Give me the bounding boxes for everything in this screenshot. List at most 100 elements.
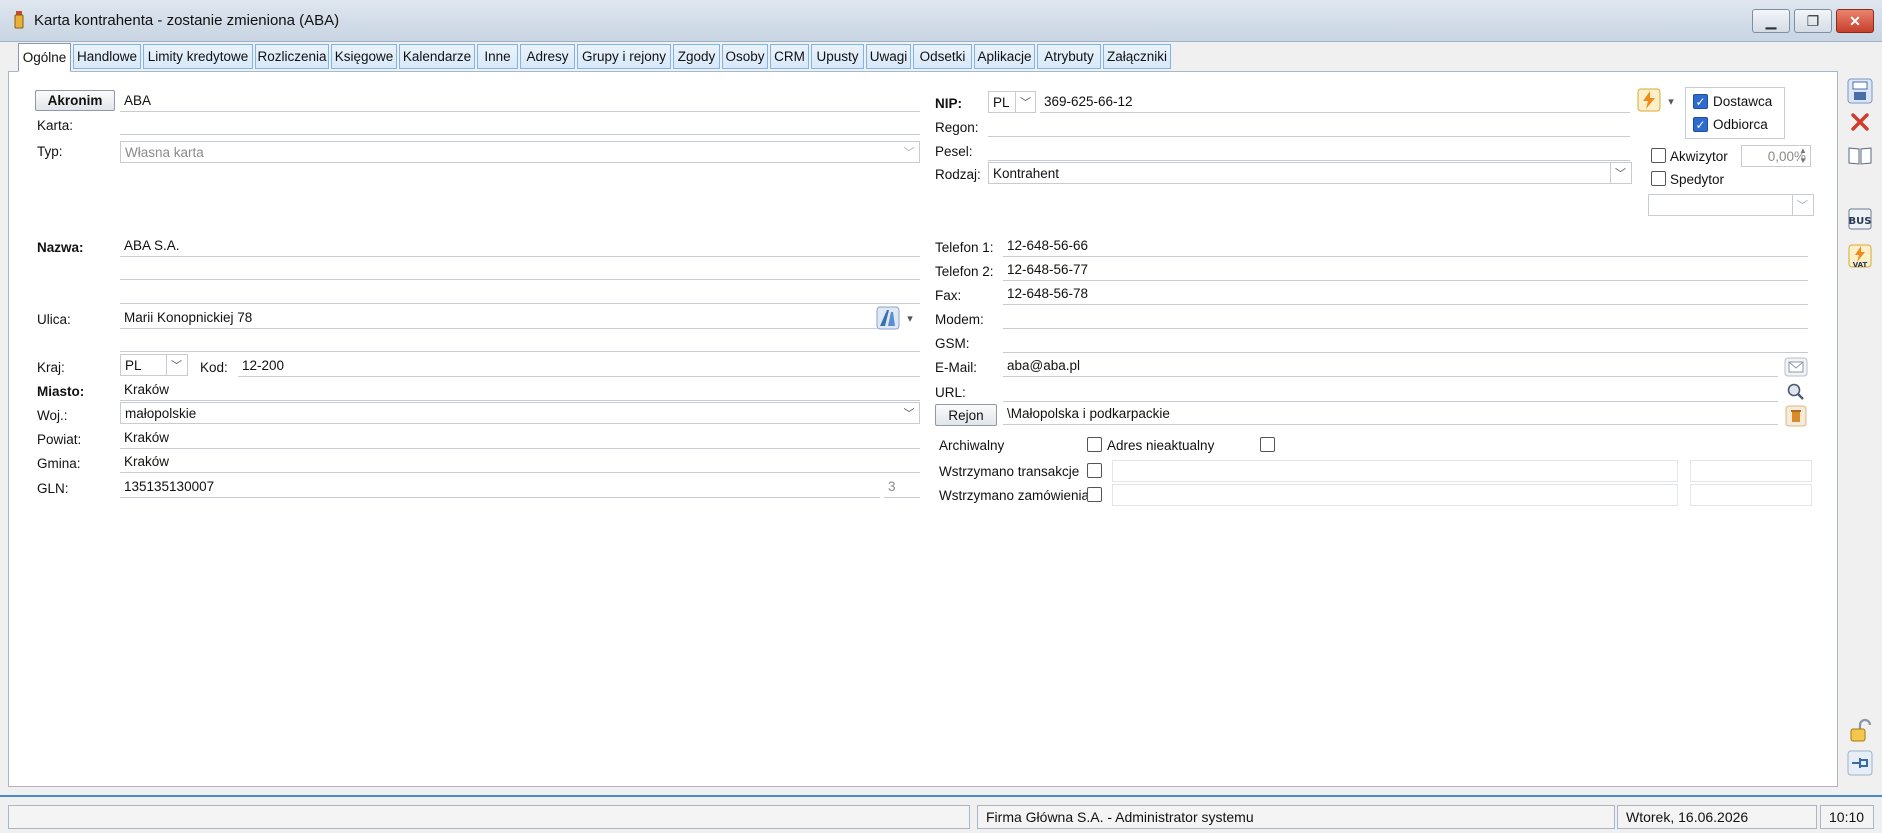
gmina-input[interactable]: Kraków: [120, 451, 920, 473]
rodzaj-select[interactable]: Kontrahent: [988, 162, 1632, 184]
tab-15[interactable]: Aplikacje: [974, 44, 1035, 69]
modem-input[interactable]: [1003, 307, 1808, 329]
map-icon[interactable]: [876, 306, 900, 330]
tab-11[interactable]: CRM: [770, 44, 809, 69]
akwizytor-checkbox[interactable]: [1651, 148, 1666, 163]
rodzaj-chevron-down-icon[interactable]: ﹀: [1610, 163, 1630, 183]
tab-8[interactable]: Grupy i rejony: [577, 44, 671, 69]
close-window-button[interactable]: ✕: [1836, 9, 1874, 33]
dostawca-checkbox[interactable]: ✓: [1693, 94, 1708, 109]
bus-icon[interactable]: BUS: [1846, 205, 1874, 233]
tab-13[interactable]: Uwagi: [866, 44, 911, 69]
woj-select[interactable]: małopolskie: [120, 402, 920, 424]
email-input[interactable]: aba@aba.pl: [1003, 355, 1778, 377]
adres-nieaktualny-checkbox[interactable]: [1260, 437, 1275, 452]
nazwa-input-3[interactable]: [120, 282, 920, 304]
rejon-button[interactable]: Rejon: [935, 404, 997, 426]
wstrzymano-transakcje-checkbox[interactable]: [1087, 463, 1102, 478]
gln-input[interactable]: 135135130007: [120, 476, 880, 498]
odbiorca-checkbox[interactable]: ✓: [1693, 117, 1708, 132]
spedytor-chevron-down-icon[interactable]: ﹀: [1792, 195, 1812, 215]
ulica-input[interactable]: Marii Konopnickiej 78: [120, 307, 877, 329]
powiat-input[interactable]: Kraków: [120, 427, 920, 449]
kraj-chevron-down-icon[interactable]: ﹀: [166, 355, 186, 375]
tab-3[interactable]: Rozliczenia: [255, 44, 329, 69]
tel2-input[interactable]: 12-648-56-77: [1003, 259, 1808, 281]
adres-nieaktualny-label: Adres nieaktualny: [1107, 438, 1215, 453]
tab-0[interactable]: Ogólne: [18, 43, 71, 72]
transakcje-date-input[interactable]: [1690, 460, 1812, 482]
spedytor-select[interactable]: [1648, 194, 1814, 216]
url-label: URL:: [935, 385, 966, 400]
minimize-icon: ▁: [1765, 12, 1777, 29]
book-icon[interactable]: [1846, 141, 1874, 169]
url-input[interactable]: [1003, 380, 1778, 402]
nazwa-input-1[interactable]: ABA S.A.: [120, 235, 920, 257]
dostawca-label: Dostawca: [1713, 94, 1773, 109]
ulica-input-2[interactable]: [120, 330, 920, 352]
archiwalny-checkbox[interactable]: [1087, 437, 1102, 452]
save-icon[interactable]: [1846, 77, 1874, 105]
tab-16[interactable]: Atrybuty: [1037, 44, 1101, 69]
status-cell-empty: [8, 805, 970, 829]
app-icon: [14, 11, 24, 29]
zamowienia-reason-input[interactable]: [1112, 484, 1678, 506]
tel1-input[interactable]: 12-648-56-66: [1003, 235, 1808, 257]
powiat-label: Powiat:: [37, 432, 82, 447]
verify-nip-icon[interactable]: [1637, 88, 1661, 112]
tab-9[interactable]: Zgody: [673, 44, 720, 69]
pin-icon[interactable]: [1846, 749, 1874, 777]
akronim-input[interactable]: ABA: [120, 90, 920, 112]
nazwa-input-2[interactable]: [120, 258, 920, 280]
rejon-input[interactable]: \Małopolska i podkarpackie: [1003, 403, 1778, 425]
ulica-dropdown-icon[interactable]: ▾: [902, 308, 918, 328]
regon-input[interactable]: [988, 115, 1630, 137]
tab-6[interactable]: Inne: [477, 44, 518, 69]
fax-input[interactable]: 12-648-56-78: [1003, 283, 1808, 305]
gsm-label: GSM:: [935, 336, 970, 351]
transakcje-reason-input[interactable]: [1112, 460, 1678, 482]
tab-1[interactable]: Handlowe: [73, 44, 141, 69]
tel2-label: Telefon 2:: [935, 264, 994, 279]
typ-label: Typ:: [37, 144, 63, 159]
tab-10[interactable]: Osoby: [722, 44, 768, 69]
email-label: E-Mail:: [935, 360, 978, 375]
status-company: Firma Główna S.A. - Administrator system…: [977, 805, 1615, 829]
restore-button[interactable]: ❐: [1794, 9, 1832, 33]
minimize-button[interactable]: ▁: [1752, 9, 1790, 33]
karta-input[interactable]: [120, 113, 920, 135]
kod-input[interactable]: 12-200: [238, 355, 920, 377]
unlock-icon[interactable]: [1846, 717, 1874, 745]
tab-5[interactable]: Kalendarze: [399, 44, 475, 69]
trash-icon[interactable]: [1785, 405, 1807, 427]
verify-dropdown-icon[interactable]: ▾: [1664, 91, 1678, 111]
mail-icon[interactable]: [1784, 357, 1808, 377]
tab-12[interactable]: Upusty: [811, 44, 864, 69]
pct-spinner-icon[interactable]: ▲ ▼: [1796, 146, 1810, 166]
tab-2[interactable]: Limity kredytowe: [143, 44, 253, 69]
nazwa-label: Nazwa:: [37, 240, 84, 255]
nip-input[interactable]: 369-625-66-12: [1040, 91, 1630, 113]
tab-17[interactable]: Załączniki: [1103, 44, 1171, 69]
gsm-input[interactable]: [1003, 331, 1808, 353]
kod-label: Kod:: [200, 360, 228, 375]
akronim-button[interactable]: Akronim: [35, 90, 115, 111]
akwizytor-label: Akwizytor: [1670, 149, 1728, 164]
vat-icon[interactable]: VAT: [1846, 242, 1874, 270]
miasto-input[interactable]: Kraków: [120, 379, 920, 401]
search-web-icon[interactable]: [1786, 382, 1806, 402]
chevron-down-icon[interactable]: ﹀: [899, 142, 919, 162]
pesel-input[interactable]: [988, 139, 1630, 161]
spedytor-checkbox[interactable]: [1651, 171, 1666, 186]
cancel-icon[interactable]: [1846, 108, 1874, 136]
gln-label: GLN:: [37, 481, 69, 496]
typ-select[interactable]: Własna karta: [120, 141, 920, 163]
tab-4[interactable]: Księgowe: [331, 44, 397, 69]
window-title: Karta kontrahenta - zostanie zmieniona (…: [34, 12, 340, 29]
woj-chevron-down-icon[interactable]: ﹀: [899, 403, 919, 423]
zamowienia-date-input[interactable]: [1690, 484, 1812, 506]
tab-7[interactable]: Adresy: [520, 44, 575, 69]
wstrzymano-zamowienia-checkbox[interactable]: [1087, 487, 1102, 502]
nip-chevron-down-icon[interactable]: ﹀: [1015, 92, 1035, 112]
tab-14[interactable]: Odsetki: [913, 44, 972, 69]
